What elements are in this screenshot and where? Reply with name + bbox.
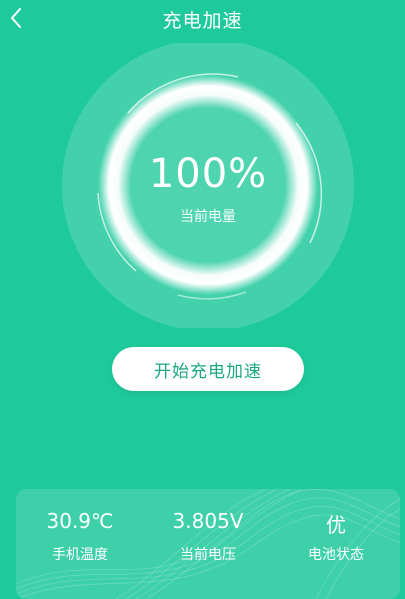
battery-percent: 100% xyxy=(148,151,268,197)
stat-label: 当前电压 xyxy=(180,547,236,563)
header-bar: 充电加速 xyxy=(0,0,405,38)
battery-gauge: 100% 当前电量 xyxy=(58,43,358,328)
stat-value: 3.805V xyxy=(172,509,244,533)
stat-value: 优 xyxy=(326,513,346,537)
stat-label: 手机温度 xyxy=(52,547,108,563)
battery-stats-panel: 30.9℃ 手机温度 3.805V 当前电压 优 电池状态 xyxy=(16,489,400,599)
stat-label: 电池状态 xyxy=(308,547,364,563)
start-charge-boost-button[interactable]: 开始充电加速 xyxy=(112,347,304,391)
page-title: 充电加速 xyxy=(162,10,243,32)
stat-value: 30.9℃ xyxy=(46,509,114,533)
battery-label: 当前电量 xyxy=(180,209,236,225)
